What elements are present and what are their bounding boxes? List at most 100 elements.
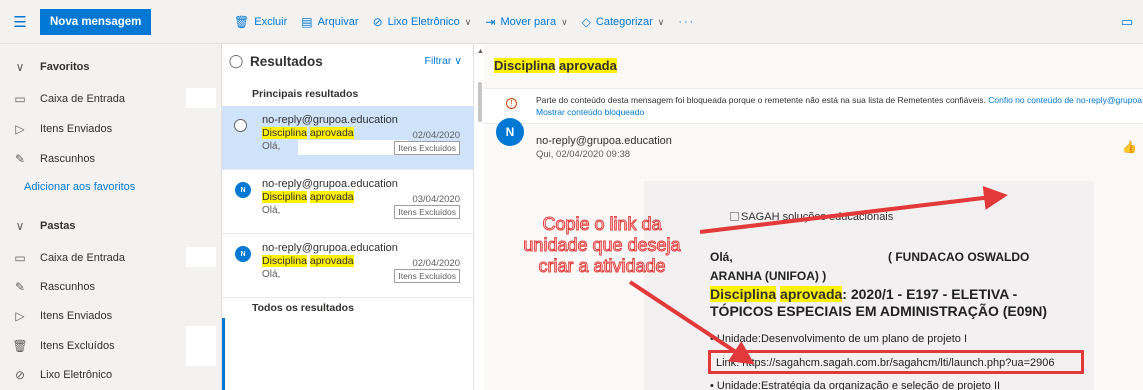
trust-sender-link[interactable]: Confio no conteúdo de no-reply@grupoa.ed… (988, 95, 1143, 105)
discipline-rest: : 2020/1 - E197 - ELETIVA - (842, 286, 1018, 302)
all-results-header: Todos os resultados (252, 302, 354, 314)
filter-button[interactable]: Filtrar ∨ (425, 55, 462, 67)
institution-name: ( FUNDACAO OSWALDO (888, 250, 1030, 264)
avatar: N (235, 246, 251, 262)
folders-header[interactable]: ∨ Pastas (0, 211, 222, 241)
like-icon[interactable]: 👍 (1122, 140, 1137, 154)
add-favorite-label: Adicionar aos favoritos (24, 181, 136, 193)
folder-sent-label: Itens Enviados (40, 310, 113, 322)
message-list: ◯ Resultados Filtrar ∨ Principais result… (222, 44, 474, 390)
mail-preview: Olá, (262, 205, 281, 216)
sent-date: Qui, 02/04/2020 09:38 (536, 149, 631, 160)
redacted-count (186, 247, 216, 267)
mail-from: no-reply@grupoa.education (262, 242, 398, 254)
annotation-highlight-box (708, 350, 1084, 374)
list-item[interactable]: no-reply@grupoa.education Disciplina apr… (222, 106, 474, 170)
message-body: SAGAH soluções educacionais Olá, ( FUNDA… (644, 181, 1094, 390)
annotation-callout: Copie o link da unidade que deseja criar… (504, 214, 700, 277)
block-icon: ⊘ (372, 15, 383, 29)
mail-subject: Disciplina aprovada (262, 255, 354, 267)
mail-from: no-reply@grupoa.education (262, 178, 398, 190)
fav-inbox-label: Caixa de Entrada (40, 93, 125, 105)
folder-tag: Itens Excluídos (394, 269, 460, 283)
sender-address[interactable]: no-reply@grupoa.education (536, 135, 672, 147)
blocked-content-notice: ! Parte do conteúdo desta mensagem foi b… (484, 88, 1143, 124)
fav-sent-label: Itens Enviados (40, 123, 113, 135)
select-all-icon[interactable]: ◯ (222, 53, 250, 69)
chevron-down-icon[interactable]: ∨ (658, 17, 665, 28)
subject-word: aprovada (309, 127, 354, 139)
archive-button[interactable]: ▤ Arquivar (301, 15, 358, 29)
show-blocked-link[interactable]: Mostrar conteúdo bloqueado (536, 107, 644, 117)
junk-label: Lixo Eletrônico (387, 16, 460, 28)
institution-name-2: ARANHA (UNIFOA) ) (710, 269, 827, 283)
discipline-word: Disciplina (710, 286, 777, 302)
filter-label: Filtrar (424, 55, 452, 67)
notice-text: Parte do conteúdo desta mensagem foi blo… (536, 95, 1143, 105)
logo-alt-text: SAGAH soluções educacionais (741, 211, 894, 223)
list-item[interactable]: N no-reply@grupoa.education Disciplina a… (222, 170, 474, 234)
favorites-label: Favoritos (40, 61, 90, 73)
categorize-button[interactable]: ◇ Categorizar ∨ (582, 15, 665, 29)
favorites-header[interactable]: ∨ Favoritos (0, 52, 222, 82)
chevron-down-icon[interactable]: ∨ (561, 17, 568, 28)
fav-drafts[interactable]: ✎ Rascunhos (0, 144, 222, 174)
discipline-line-2: TÓPICOS ESPECIAIS EM ADMINISTRAÇÃO (E09N… (710, 303, 1048, 319)
hamburger-menu-icon[interactable]: ☰ (0, 0, 40, 44)
mail-date: 02/04/2020 (412, 130, 460, 141)
send-icon: ▷ (15, 122, 25, 136)
add-favorite-link[interactable]: Adicionar aos favoritos (0, 172, 222, 202)
title-word: Disciplina (494, 58, 556, 73)
subject-word: Disciplina (262, 127, 307, 139)
chevron-down-icon[interactable]: ∨ (465, 17, 472, 28)
discipline-word: aprovada (780, 286, 843, 302)
chevron-down-icon: ∨ (15, 60, 25, 74)
outlook-window: ☰ Nova mensagem 🗑 Excluir ▤ Arquivar ⊘ Lixo… (0, 0, 1143, 390)
pencil-icon: ✎ (14, 152, 26, 166)
folder-drafts[interactable]: ✎ Rascunhos (0, 272, 222, 302)
folder-junk[interactable]: ⊘ Lixo Eletrônico (0, 360, 222, 390)
new-message-button[interactable]: Nova mensagem (40, 8, 152, 35)
folder-drafts-label: Rascunhos (40, 281, 96, 293)
calendar-icon[interactable]: ▭ (1121, 14, 1133, 30)
top-results-header: Principais resultados (252, 88, 359, 100)
folder-deleted-label: Itens Excluídos (40, 340, 115, 352)
list-scrollbar[interactable] (478, 82, 482, 122)
toolbar-actions: 🗑 Excluir ▤ Arquivar ⊘ Lixo Eletrônico ∨ ⇥ Mo… (234, 0, 695, 44)
unit-item: • Unidade:Desenvolvimento de um plano de… (710, 333, 968, 345)
trash-icon: 🗑 (234, 15, 250, 29)
subject-word: Disciplina (262, 191, 307, 203)
reading-title: Disciplina aprovada (494, 58, 617, 73)
delete-label: Excluir (254, 16, 288, 28)
subject-word: aprovada (309, 191, 354, 203)
folder-inbox-label: Caixa de Entrada (40, 252, 125, 264)
move-button[interactable]: ⇥ Mover para ∨ (485, 15, 567, 29)
results-title: Resultados (250, 53, 323, 69)
fav-sent[interactable]: ▷ Itens Enviados (0, 114, 222, 144)
send-icon: ▷ (15, 309, 25, 323)
mail-from: no-reply@grupoa.education (262, 114, 398, 126)
mail-preview: Olá, (262, 269, 281, 280)
delete-button[interactable]: 🗑 Excluir (234, 15, 287, 29)
command-bar: ☰ Nova mensagem 🗑 Excluir ▤ Arquivar ⊘ Lixo… (0, 0, 1143, 44)
folder-tag: Itens Excluídos (394, 141, 460, 155)
mail-date: 02/04/2020 (412, 258, 460, 269)
move-label: Mover para (500, 16, 557, 28)
scroll-up-icon[interactable]: ▲ (477, 48, 484, 55)
junk-button[interactable]: ⊘ Lixo Eletrônico ∨ (373, 15, 472, 29)
unit-label: Unidade:Estratégia da organização e sele… (716, 380, 1001, 390)
more-actions-button[interactable]: ··· (678, 16, 695, 28)
mail-subject: Disciplina aprovada (262, 191, 354, 203)
select-radio[interactable] (234, 119, 247, 132)
subject-word: Disciplina (262, 255, 307, 267)
folders-label: Pastas (40, 220, 76, 232)
avatar: N (496, 118, 524, 146)
archive-label: Arquivar (317, 16, 359, 28)
list-item[interactable]: N no-reply@grupoa.education Disciplina a… (222, 234, 474, 298)
list-header: ◯ Resultados Filtrar ∨ (222, 44, 474, 78)
folder-tag: Itens Excluídos (394, 205, 460, 219)
block-icon: ⊘ (14, 368, 26, 382)
list-focus-indicator (222, 318, 225, 390)
folder-junk-label: Lixo Eletrônico (40, 369, 113, 381)
archive-icon: ▤ (301, 15, 313, 29)
